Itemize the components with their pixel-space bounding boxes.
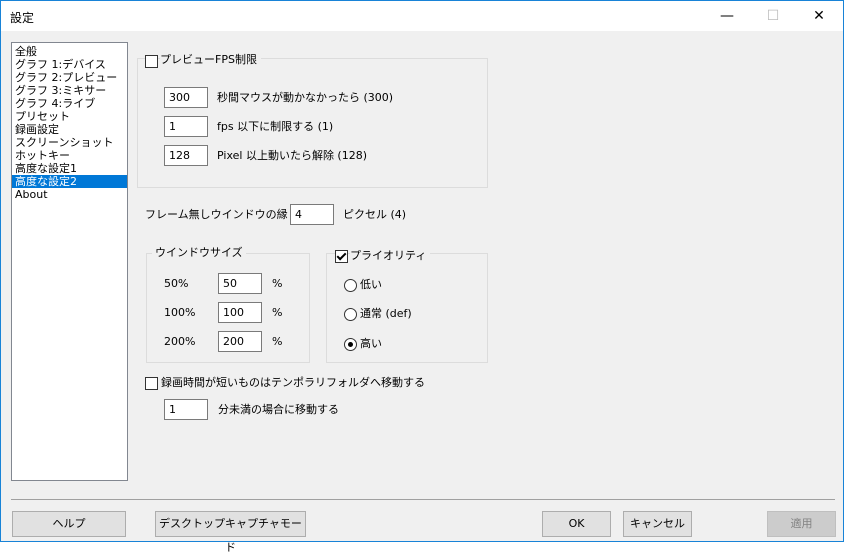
sidebar-item-general[interactable]: 全般 — [12, 45, 127, 58]
frameless-border-input[interactable]: 4 — [290, 204, 334, 225]
sidebar-item-recording[interactable]: 録画設定 — [12, 123, 127, 136]
short-recording-checkbox[interactable] — [145, 377, 158, 390]
size-200-input[interactable]: 200 — [218, 331, 262, 352]
sidebar-item-hotkeys[interactable]: ホットキー — [12, 149, 127, 162]
fps-limit-label: fps 以下に制限する (1) — [217, 120, 334, 133]
frameless-border-label: フレーム無しウインドウの縁 — [145, 208, 288, 221]
size-100-input[interactable]: 100 — [218, 302, 262, 323]
size-100-label: 100% — [164, 306, 196, 319]
priority-normal-radio[interactable] — [344, 308, 357, 321]
priority-low-label: 低い — [360, 278, 382, 291]
cancel-button[interactable]: キャンセル — [623, 511, 692, 537]
priority-high-radio[interactable] — [344, 338, 357, 351]
desktop-capture-mode-button[interactable]: デスクトップキャプチャモード — [155, 511, 306, 554]
sidebar-item-about[interactable]: About — [12, 188, 127, 201]
priority-label: プライオリティ — [350, 249, 431, 263]
window-size-title: ウインドウサイズ — [152, 246, 246, 260]
settings-category-list[interactable]: 全般 グラフ 1:デバイス グラフ 2:プレビュー グラフ 3:ミキサー グラフ… — [11, 42, 128, 481]
settings-window: 設定 — ☐ ✕ 全般 グラフ 1:デバイス グラフ 2:プレビュー グラフ 3… — [0, 0, 844, 554]
size-50-label: 50% — [164, 277, 189, 290]
short-recording-minutes-label: 分未満の場合に移動する — [218, 403, 339, 416]
short-recording-minutes-input[interactable]: 1 — [164, 399, 208, 420]
size-100-unit: % — [272, 306, 283, 319]
sidebar-item-graph2-preview[interactable]: グラフ 2:プレビュー — [12, 71, 127, 84]
size-50-input[interactable]: 50 — [218, 273, 262, 294]
title-bar: 設定 — ☐ ✕ — [1, 1, 843, 31]
minimize-button[interactable]: — — [704, 1, 750, 31]
sidebar-item-graph4-live[interactable]: グラフ 4:ライブ — [12, 97, 127, 110]
idle-seconds-input[interactable]: 300 — [164, 87, 208, 108]
ok-button[interactable]: OK — [542, 511, 611, 537]
sidebar-item-advanced2[interactable]: 高度な設定2 — [12, 175, 127, 188]
short-recording-label: 録画時間が短いものはテンポラリフォルダへ移動する — [161, 376, 425, 389]
pixel-threshold-label: Pixel 以上動いたら解除 (128) — [217, 149, 368, 162]
size-200-unit: % — [272, 335, 283, 348]
priority-low-radio[interactable] — [344, 279, 357, 292]
idle-seconds-label: 秒間マウスが動かなかったら (300) — [217, 91, 394, 104]
window-title: 設定 — [10, 11, 35, 25]
preview-fps-label: プレビューFPS制限 — [160, 53, 261, 67]
help-button[interactable]: ヘルプ — [12, 511, 126, 537]
sidebar-item-graph3-mixer[interactable]: グラフ 3:ミキサー — [12, 84, 127, 97]
footer-separator — [11, 499, 835, 500]
size-200-label: 200% — [164, 335, 196, 348]
priority-checkbox[interactable] — [335, 250, 348, 263]
priority-high-label: 高い — [360, 337, 382, 350]
sidebar-item-advanced1[interactable]: 高度な設定1 — [12, 162, 127, 175]
apply-button: 適用 — [767, 511, 836, 537]
fps-limit-input[interactable]: 1 — [164, 116, 208, 137]
close-button[interactable]: ✕ — [796, 1, 842, 31]
size-50-unit: % — [272, 277, 283, 290]
maximize-button: ☐ — [766, 8, 780, 24]
priority-normal-label: 通常 (def) — [360, 307, 412, 320]
preview-fps-checkbox[interactable] — [145, 55, 158, 68]
sidebar-item-graph1-device[interactable]: グラフ 1:デバイス — [12, 58, 127, 71]
frameless-border-unit: ピクセル (4) — [343, 208, 407, 221]
sidebar-item-presets[interactable]: プリセット — [12, 110, 127, 123]
sidebar-item-screenshot[interactable]: スクリーンショット — [12, 136, 127, 149]
pixel-threshold-input[interactable]: 128 — [164, 145, 208, 166]
